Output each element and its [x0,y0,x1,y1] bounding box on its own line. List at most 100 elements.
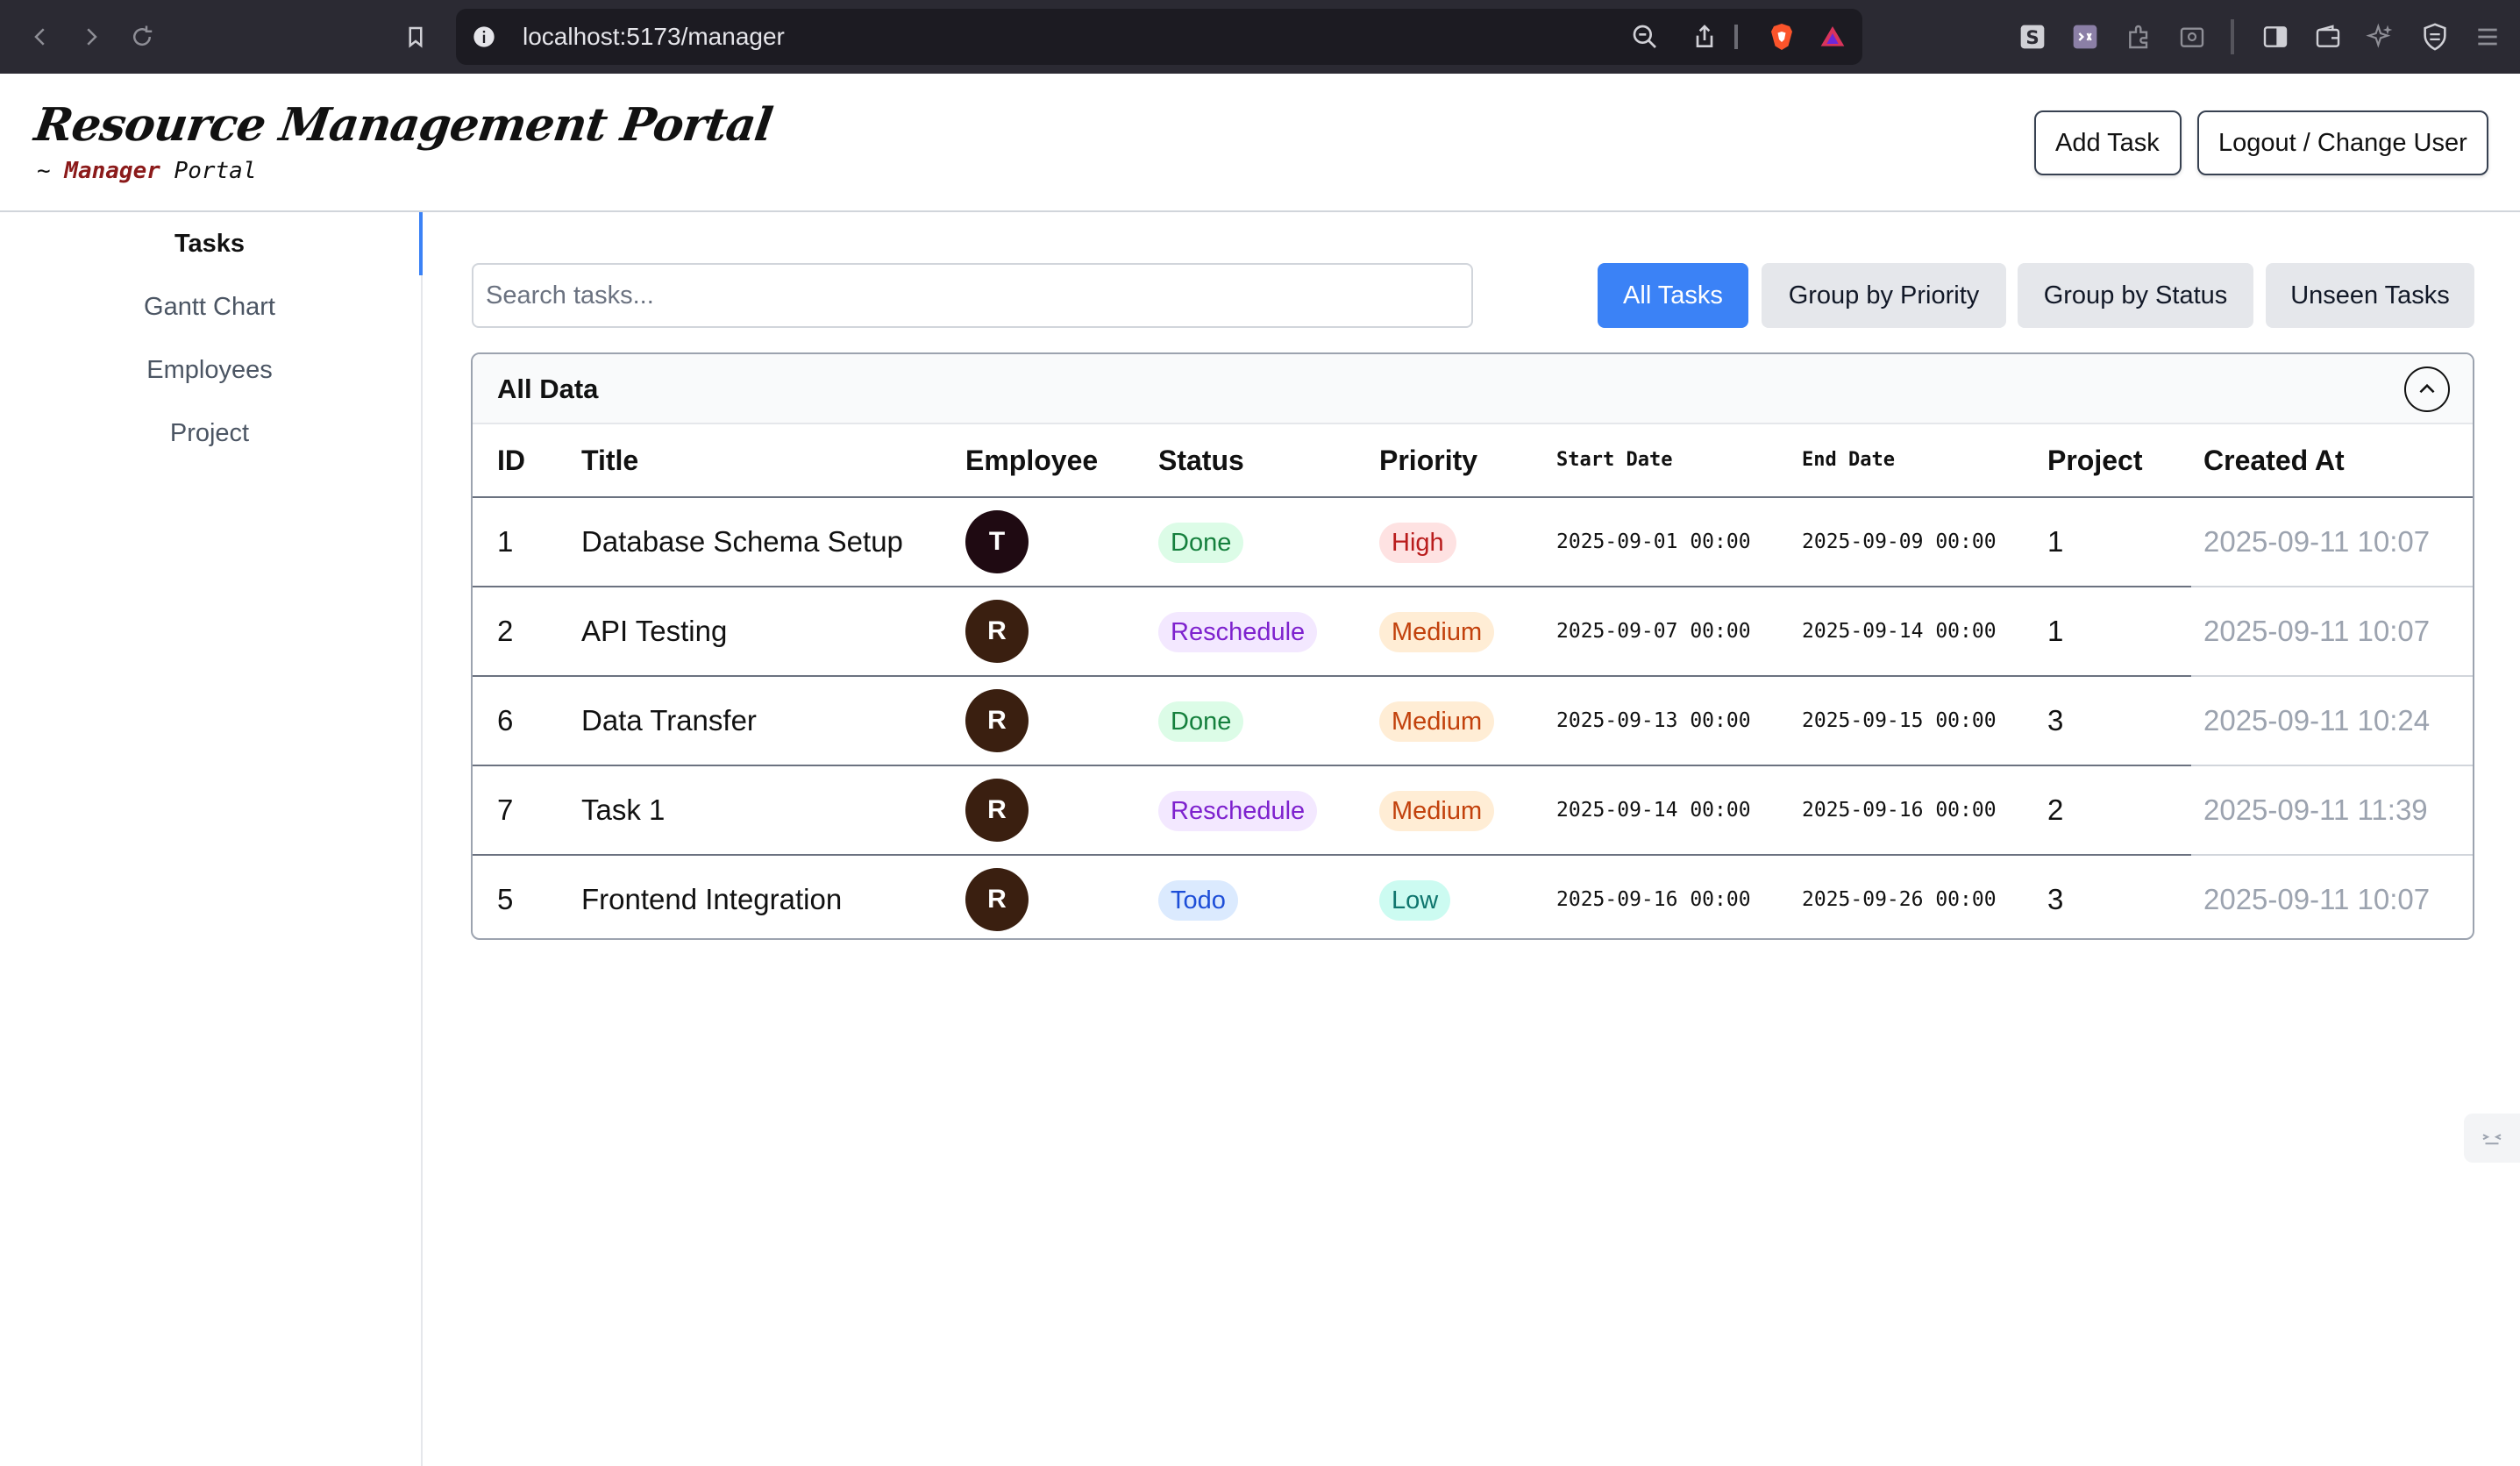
priority-badge: Medium [1379,791,1495,831]
status-badge: Done [1158,523,1244,563]
search-input[interactable] [472,263,1473,328]
project-id: 1 [2047,615,2064,647]
created-at: 2025-09-11 10:07 [2203,525,2431,558]
column-header-title[interactable]: Title [581,424,638,496]
add-task-button[interactable]: Add Task [2034,110,2182,175]
employee-avatar[interactable]: R [965,779,1029,842]
subtitle-prefix: ~ [37,158,51,184]
wallet-icon[interactable] [2313,23,2343,51]
portal-subtitle: ~ Manager Portal [37,158,256,184]
project-id: 2 [2047,793,2064,826]
find-icon[interactable] [2178,23,2206,51]
browser-toolbar: localhost:5173/manager S [0,0,2520,74]
priority-badge: Low [1379,880,1451,921]
extensions-puzzle-icon[interactable] [2125,23,2153,51]
column-header-priority[interactable]: Priority [1379,424,1477,496]
back-icon[interactable] [21,18,60,56]
employee-avatar[interactable]: T [965,510,1029,573]
subtitle-role: Manager [64,158,160,184]
leo-ai-icon[interactable] [2366,23,2395,51]
task-title: Frontend Integration [581,883,843,915]
end-date: 2025-09-26 00:00 [1802,888,1997,911]
extension-s-icon[interactable]: S [2018,23,2047,51]
employee-avatar[interactable]: R [965,868,1029,931]
site-info-icon[interactable] [472,25,496,49]
toolbar-divider [2231,19,2234,54]
sidebar-item-project[interactable]: Project [0,402,419,465]
task-title: API Testing [581,615,728,647]
rewards-icon[interactable] [1819,23,1847,51]
column-header-status[interactable]: Status [1158,424,1244,496]
employee-avatar[interactable]: R [965,689,1029,752]
table-row[interactable]: 1 Database Schema Setup T Done High 2025-09-0… [473,498,2473,587]
project-id: 3 [2047,704,2064,737]
status-badge: Done [1158,701,1244,742]
start-date: 2025-09-07 00:00 [1556,620,1751,643]
task-id: 6 [497,704,514,737]
created-at: 2025-09-11 10:24 [2203,704,2431,737]
column-header-id[interactable]: ID [497,424,525,496]
url-text[interactable]: localhost:5173/manager [523,9,785,65]
bookmark-icon[interactable] [396,18,435,56]
task-title: Task 1 [581,793,666,826]
logout-button[interactable]: Logout / Change User [2197,110,2488,175]
start-date: 2025-09-16 00:00 [1556,888,1751,911]
project-id: 1 [2047,525,2064,558]
menu-icon[interactable] [2473,23,2502,51]
forward-icon[interactable] [72,18,110,56]
collapse-chevron-icon[interactable] [2404,366,2450,412]
address-divider [1734,25,1738,49]
end-date: 2025-09-09 00:00 [1802,530,1997,553]
filter-all-tasks-button[interactable]: All Tasks [1598,263,1748,328]
end-date: 2025-09-15 00:00 [1802,709,1997,732]
app-header: Resource Management Portal ~ Manager Por… [0,74,2520,212]
sidebar-item-gantt-chart[interactable]: Gantt Chart [0,275,419,338]
project-id: 3 [2047,883,2064,915]
priority-badge: Medium [1379,612,1495,652]
filter-group-by-priority-button[interactable]: Group by Priority [1762,263,2006,328]
devtools-icon[interactable] [2464,1114,2520,1163]
filter-group-by-status-button[interactable]: Group by Status [2018,263,2253,328]
table-row[interactable]: 5 Frontend Integration R Todo Low 2025-09-16 … [473,856,2473,938]
task-id: 5 [497,883,514,915]
task-id: 1 [497,525,514,558]
column-header-created-at[interactable]: Created At [2203,424,2345,496]
status-badge: Reschedule [1158,791,1318,831]
table-row[interactable]: 6 Data Transfer R Done Medium 2025-09-13 00:0… [473,677,2473,766]
start-date: 2025-09-14 00:00 [1556,799,1751,822]
sidebar-toggle-icon[interactable] [2260,23,2290,51]
task-title: Data Transfer [581,704,757,737]
subtitle-suffix: Portal [174,158,257,184]
start-date: 2025-09-13 00:00 [1556,709,1751,732]
vpn-shield-icon[interactable] [2420,21,2450,53]
address-bar[interactable]: localhost:5173/manager [456,9,1862,65]
sidebar-item-tasks[interactable]: Tasks [0,212,423,275]
column-header-start-date[interactable]: Start Date [1556,424,1672,496]
status-badge: Todo [1158,880,1238,921]
filter-unseen-tasks-button[interactable]: Unseen Tasks [2266,263,2474,328]
end-date: 2025-09-14 00:00 [1802,620,1997,643]
priority-badge: High [1379,523,1456,563]
brave-shield-icon[interactable] [1766,21,1797,53]
table-row[interactable]: 2 API Testing R Reschedule Medium 2025-09-07 … [473,587,2473,677]
reload-icon[interactable] [123,18,161,56]
column-header-end-date[interactable]: End Date [1802,424,1895,496]
column-header-employee[interactable]: Employee [965,424,1098,496]
portal-title: Resource Management Portal [31,98,776,152]
zoom-icon[interactable] [1631,23,1659,51]
share-icon[interactable] [1691,23,1719,51]
employee-avatar[interactable]: R [965,600,1029,663]
table-row[interactable]: 7 Task 1 R Reschedule Medium 2025-09-14 00:00… [473,766,2473,856]
sidebar-item-employees[interactable]: Employees [0,338,419,402]
end-date: 2025-09-16 00:00 [1802,799,1997,822]
created-at: 2025-09-11 10:07 [2203,883,2431,915]
table-card-title: All Data [497,374,599,404]
extension-game-icon[interactable] [2071,23,2099,51]
all-data-table-card: All Data ID Title Employee Status Priori… [471,352,2474,940]
status-badge: Reschedule [1158,612,1318,652]
table-card-header[interactable]: All Data [473,354,2473,424]
column-header-project[interactable]: Project [2047,424,2142,496]
task-title: Database Schema Setup [581,525,903,558]
priority-badge: Medium [1379,701,1495,742]
sidebar: Tasks Gantt Chart Employees Project [0,212,423,1466]
